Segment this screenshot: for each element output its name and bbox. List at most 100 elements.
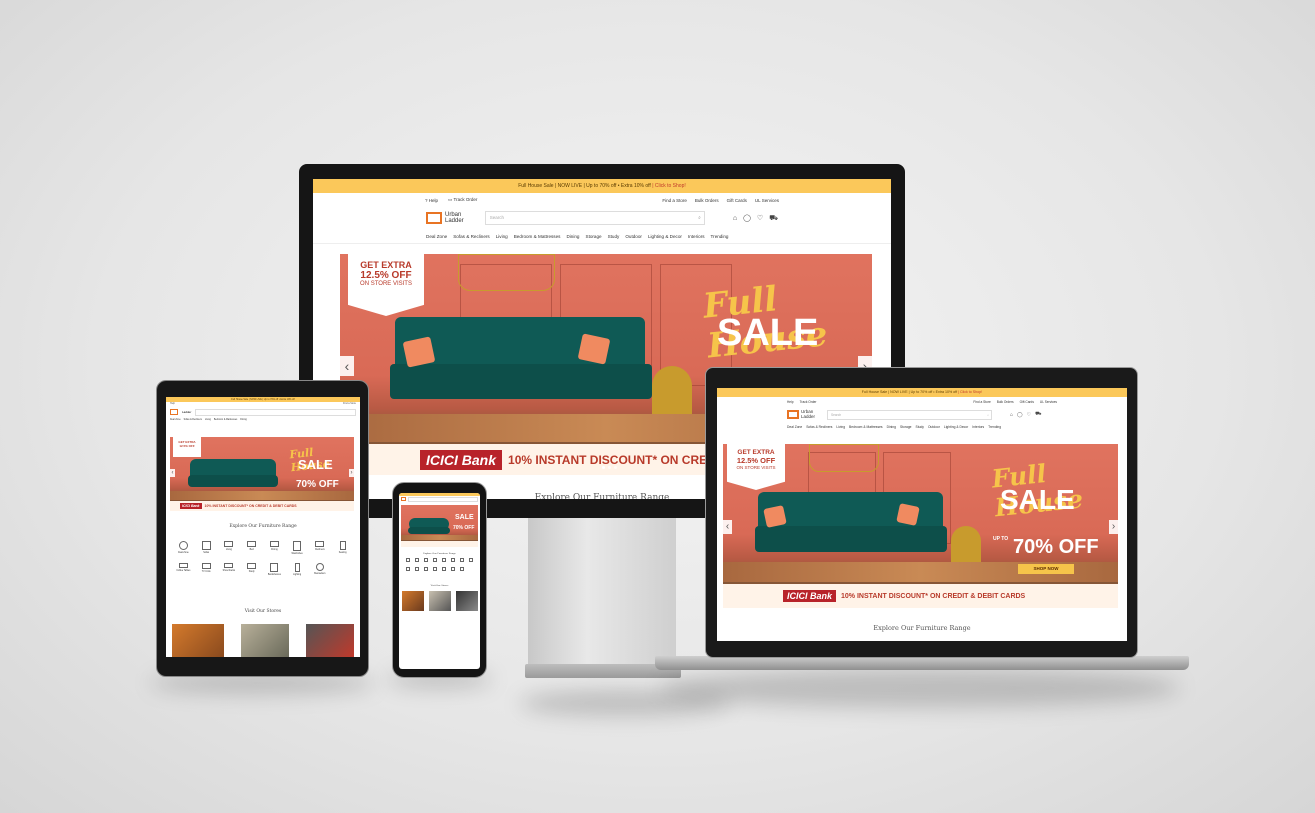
tablet-nav-deal[interactable]: Deal Zone (170, 419, 181, 421)
laptop-nav-study[interactable]: Study (916, 425, 924, 429)
phone-category-icon[interactable] (414, 558, 419, 562)
laptop-prev-button[interactable]: ‹ (723, 520, 732, 534)
nav-trending[interactable]: Trending (711, 234, 729, 239)
tablet-nav-living[interactable]: Living (205, 419, 211, 421)
search-input[interactable]: Search ⌕ (484, 211, 705, 225)
help-link[interactable]: ? Help (425, 198, 438, 203)
phone-hero-banner[interactable]: SALE 70% OFF (401, 505, 478, 547)
laptop-nav-outdoor[interactable]: Outdoor (928, 425, 940, 429)
laptop-search-input[interactable]: Search ⌕ (827, 409, 993, 420)
phone-search-input[interactable] (408, 496, 478, 502)
tablet-category-item[interactable]: Recliners (309, 541, 332, 555)
tablet-hero-banner[interactable]: GET EXTRA 12.5% OFF Full House SALE 70% … (170, 437, 354, 511)
bulk-orders-link[interactable]: Bulk Orders (695, 198, 719, 203)
store-image[interactable] (306, 624, 354, 657)
laptop-find-store[interactable]: Find a Store (973, 400, 990, 404)
tablet-find-store[interactable]: Find a Store (343, 402, 356, 407)
laptop-shop-now-button[interactable]: SHOP NOW (1018, 564, 1074, 574)
tablet-category-item[interactable]: Lighting (286, 563, 309, 576)
laptop-account-icon[interactable]: ◯ (1017, 412, 1023, 418)
tablet-category-item[interactable]: Study (240, 563, 263, 576)
laptop-nav-storage[interactable]: Storage (900, 425, 912, 429)
laptop-hero-banner[interactable]: GET EXTRA 12.5% OFF ON STORE VISITS Full… (723, 444, 1118, 608)
nav-bedroom[interactable]: Bedroom & Mattresses (514, 234, 561, 239)
tablet-category-item[interactable]: Shoe Racks (218, 563, 241, 576)
phone-category-icon[interactable] (423, 567, 428, 571)
search-icon[interactable]: ⌕ (698, 212, 701, 224)
track-order-link[interactable]: ▭ Track Order (448, 197, 477, 203)
phone-category-icon[interactable] (442, 558, 447, 562)
nav-lighting[interactable]: Lighting & Decor (648, 234, 682, 239)
laptop-bulk-orders[interactable]: Bulk Orders (997, 400, 1014, 404)
laptop-nav-dining[interactable]: Dining (887, 425, 896, 429)
tablet-category-item[interactable]: Living (218, 541, 241, 555)
gift-cards-link[interactable]: Gift Cards (727, 198, 747, 203)
tablet-search-input[interactable] (195, 408, 356, 416)
phone-logo-mark[interactable] (401, 497, 406, 501)
laptop-nav-deal[interactable]: Deal Zone (787, 425, 802, 429)
account-icon[interactable]: ◯ (743, 214, 751, 222)
store-image[interactable] (241, 624, 289, 657)
laptop-nav-living[interactable]: Living (836, 425, 845, 429)
laptop-nav-interiors[interactable]: Interiors (972, 425, 984, 429)
phone-category-icon[interactable] (460, 567, 465, 571)
laptop-ul-services[interactable]: UL Services (1040, 400, 1057, 404)
tablet-nav-dining[interactable]: Dining (240, 419, 247, 421)
tablet-category-item[interactable]: Bed (240, 541, 263, 555)
nav-storage[interactable]: Storage (586, 234, 602, 239)
nav-living[interactable]: Living (496, 234, 508, 239)
tablet-category-item[interactable]: Seating (331, 541, 354, 555)
store-icon[interactable]: ⌂ (733, 215, 737, 222)
laptop-next-button[interactable]: › (1109, 520, 1118, 534)
nav-sofas[interactable]: Sofas & Recliners (453, 234, 490, 239)
nav-study[interactable]: Study (608, 234, 620, 239)
carousel-dots[interactable] (602, 466, 617, 469)
announcement-cta[interactable]: | Click to Shop! (652, 183, 686, 189)
nav-outdoor[interactable]: Outdoor (625, 234, 642, 239)
phone-category-icon[interactable] (423, 558, 428, 562)
laptop-logo[interactable]: Urban Ladder (787, 409, 815, 419)
phone-category-icon[interactable] (451, 558, 456, 562)
phone-store-image[interactable] (402, 591, 424, 611)
carousel-prev-button[interactable]: ‹ (340, 356, 354, 376)
tablet-category-item[interactable]: Bookshelves (263, 563, 286, 576)
phone-category-icon[interactable] (469, 558, 474, 562)
store-image[interactable] (172, 624, 224, 657)
tablet-category-item[interactable]: Coffee Tables (172, 563, 195, 576)
phone-store-image[interactable] (429, 591, 451, 611)
phone-category-icon[interactable] (432, 558, 437, 562)
tablet-category-item[interactable]: Bestsellers (309, 563, 332, 576)
laptop-wishlist-icon[interactable]: ♡ (1027, 412, 1031, 418)
phone-category-icon[interactable] (405, 558, 410, 562)
laptop-gift-cards[interactable]: Gift Cards (1020, 400, 1034, 404)
tablet-next-button[interactable]: › (349, 469, 354, 477)
laptop-nav-sofas[interactable]: Sofas & Recliners (806, 425, 832, 429)
phone-category-icon[interactable] (405, 567, 410, 571)
tablet-category-item[interactable]: Dining (263, 541, 286, 555)
phone-category-icon[interactable] (460, 558, 465, 562)
tablet-help-link[interactable]: Help (170, 402, 175, 407)
wishlist-icon[interactable]: ♡ (757, 214, 763, 222)
phone-category-icon[interactable] (414, 567, 419, 571)
phone-category-icon[interactable] (451, 567, 456, 571)
laptop-nav-bedroom[interactable]: Bedroom & Mattresses (849, 425, 883, 429)
nav-dining[interactable]: Dining (566, 234, 579, 239)
ul-services-link[interactable]: UL Services (755, 198, 779, 203)
laptop-nav-lighting[interactable]: Lighting & Decor (944, 425, 968, 429)
laptop-search-icon[interactable]: ⌕ (987, 411, 989, 419)
nav-deal-zone[interactable]: Deal Zone (426, 234, 447, 239)
tablet-prev-button[interactable]: ‹ (170, 469, 175, 477)
tablet-category-item[interactable]: Deal Zone (172, 541, 195, 555)
phone-category-icon[interactable] (442, 567, 447, 571)
tablet-category-item[interactable]: TV Units (195, 563, 218, 576)
tablet-logo-mark[interactable] (170, 409, 178, 415)
tablet-nav-bedroom[interactable]: Bedroom & Mattresses (214, 419, 237, 421)
find-store-link[interactable]: Find a Store (662, 198, 687, 203)
laptop-announcement-cta[interactable]: | Click to Shop! (958, 390, 982, 394)
logo[interactable]: Urban Ladder (426, 212, 464, 224)
laptop-nav-trending[interactable]: Trending (988, 425, 1001, 429)
tablet-category-item[interactable]: Sofas (195, 541, 218, 555)
tablet-category-item[interactable]: Wardrobes (286, 541, 309, 555)
laptop-store-icon[interactable]: ⌂ (1010, 412, 1013, 418)
laptop-help-link[interactable]: Help (787, 400, 794, 404)
